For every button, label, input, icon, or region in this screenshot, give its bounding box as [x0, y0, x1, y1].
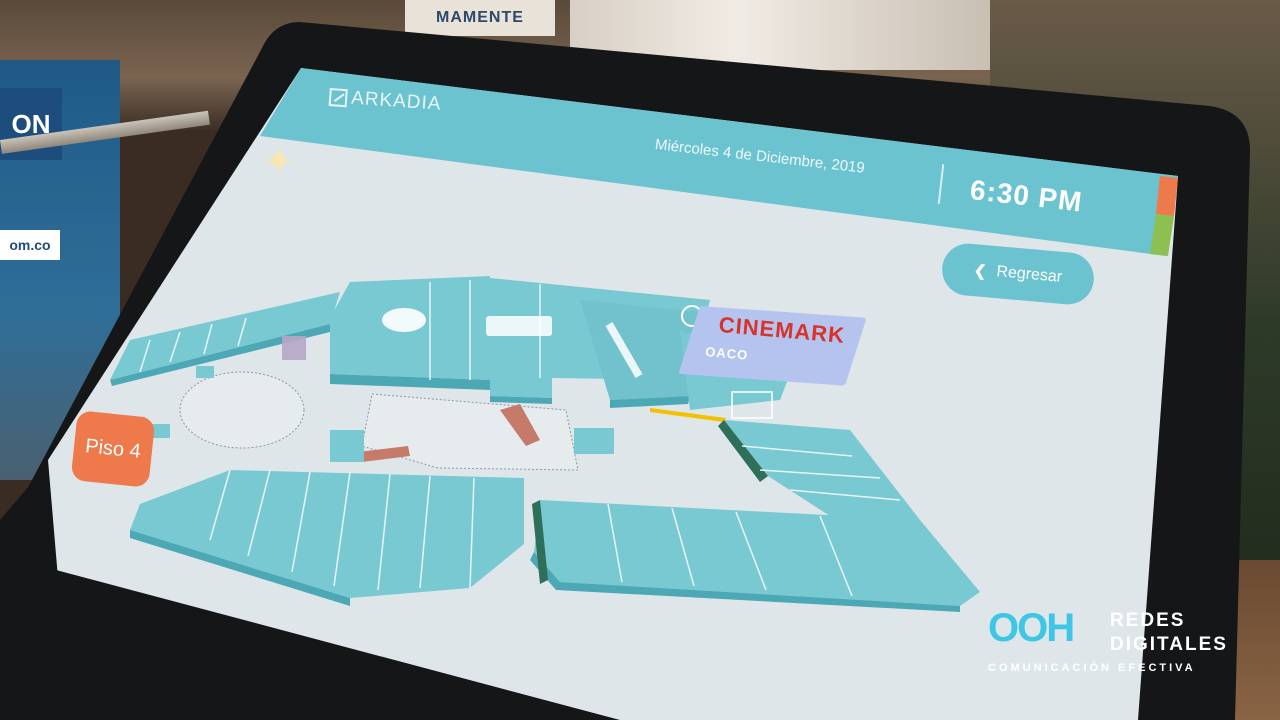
- brand-logo-mark-icon: [328, 87, 348, 108]
- store-logo-icon-2: [486, 316, 552, 336]
- watermark-line-2: DIGITALES: [1110, 634, 1228, 655]
- sparkle-decoration-icon: ✦: [262, 140, 296, 184]
- watermark-tagline: COMUNICACIÓN EFECTIVA: [988, 662, 1196, 674]
- watermark-line-1: REDES: [1110, 610, 1186, 631]
- floor-badge[interactable]: Piso 4: [70, 410, 156, 488]
- store-logo-icon-5: [282, 336, 306, 360]
- store-logo-icon-1: [382, 308, 426, 332]
- map-kiosk-2: [574, 428, 614, 454]
- kiosk: [0, 0, 1280, 720]
- watermark-logo: OOH: [988, 606, 1075, 650]
- back-button-label: Regresar: [995, 263, 1063, 286]
- kiosk-graphics: [0, 22, 1250, 720]
- map-kiosk-1: [330, 430, 364, 462]
- floor-label: Piso 4: [84, 434, 142, 463]
- chevron-left-icon: ❮: [973, 262, 988, 281]
- map-atrium-left: [179, 371, 305, 449]
- map-kiosk-4: [196, 366, 214, 378]
